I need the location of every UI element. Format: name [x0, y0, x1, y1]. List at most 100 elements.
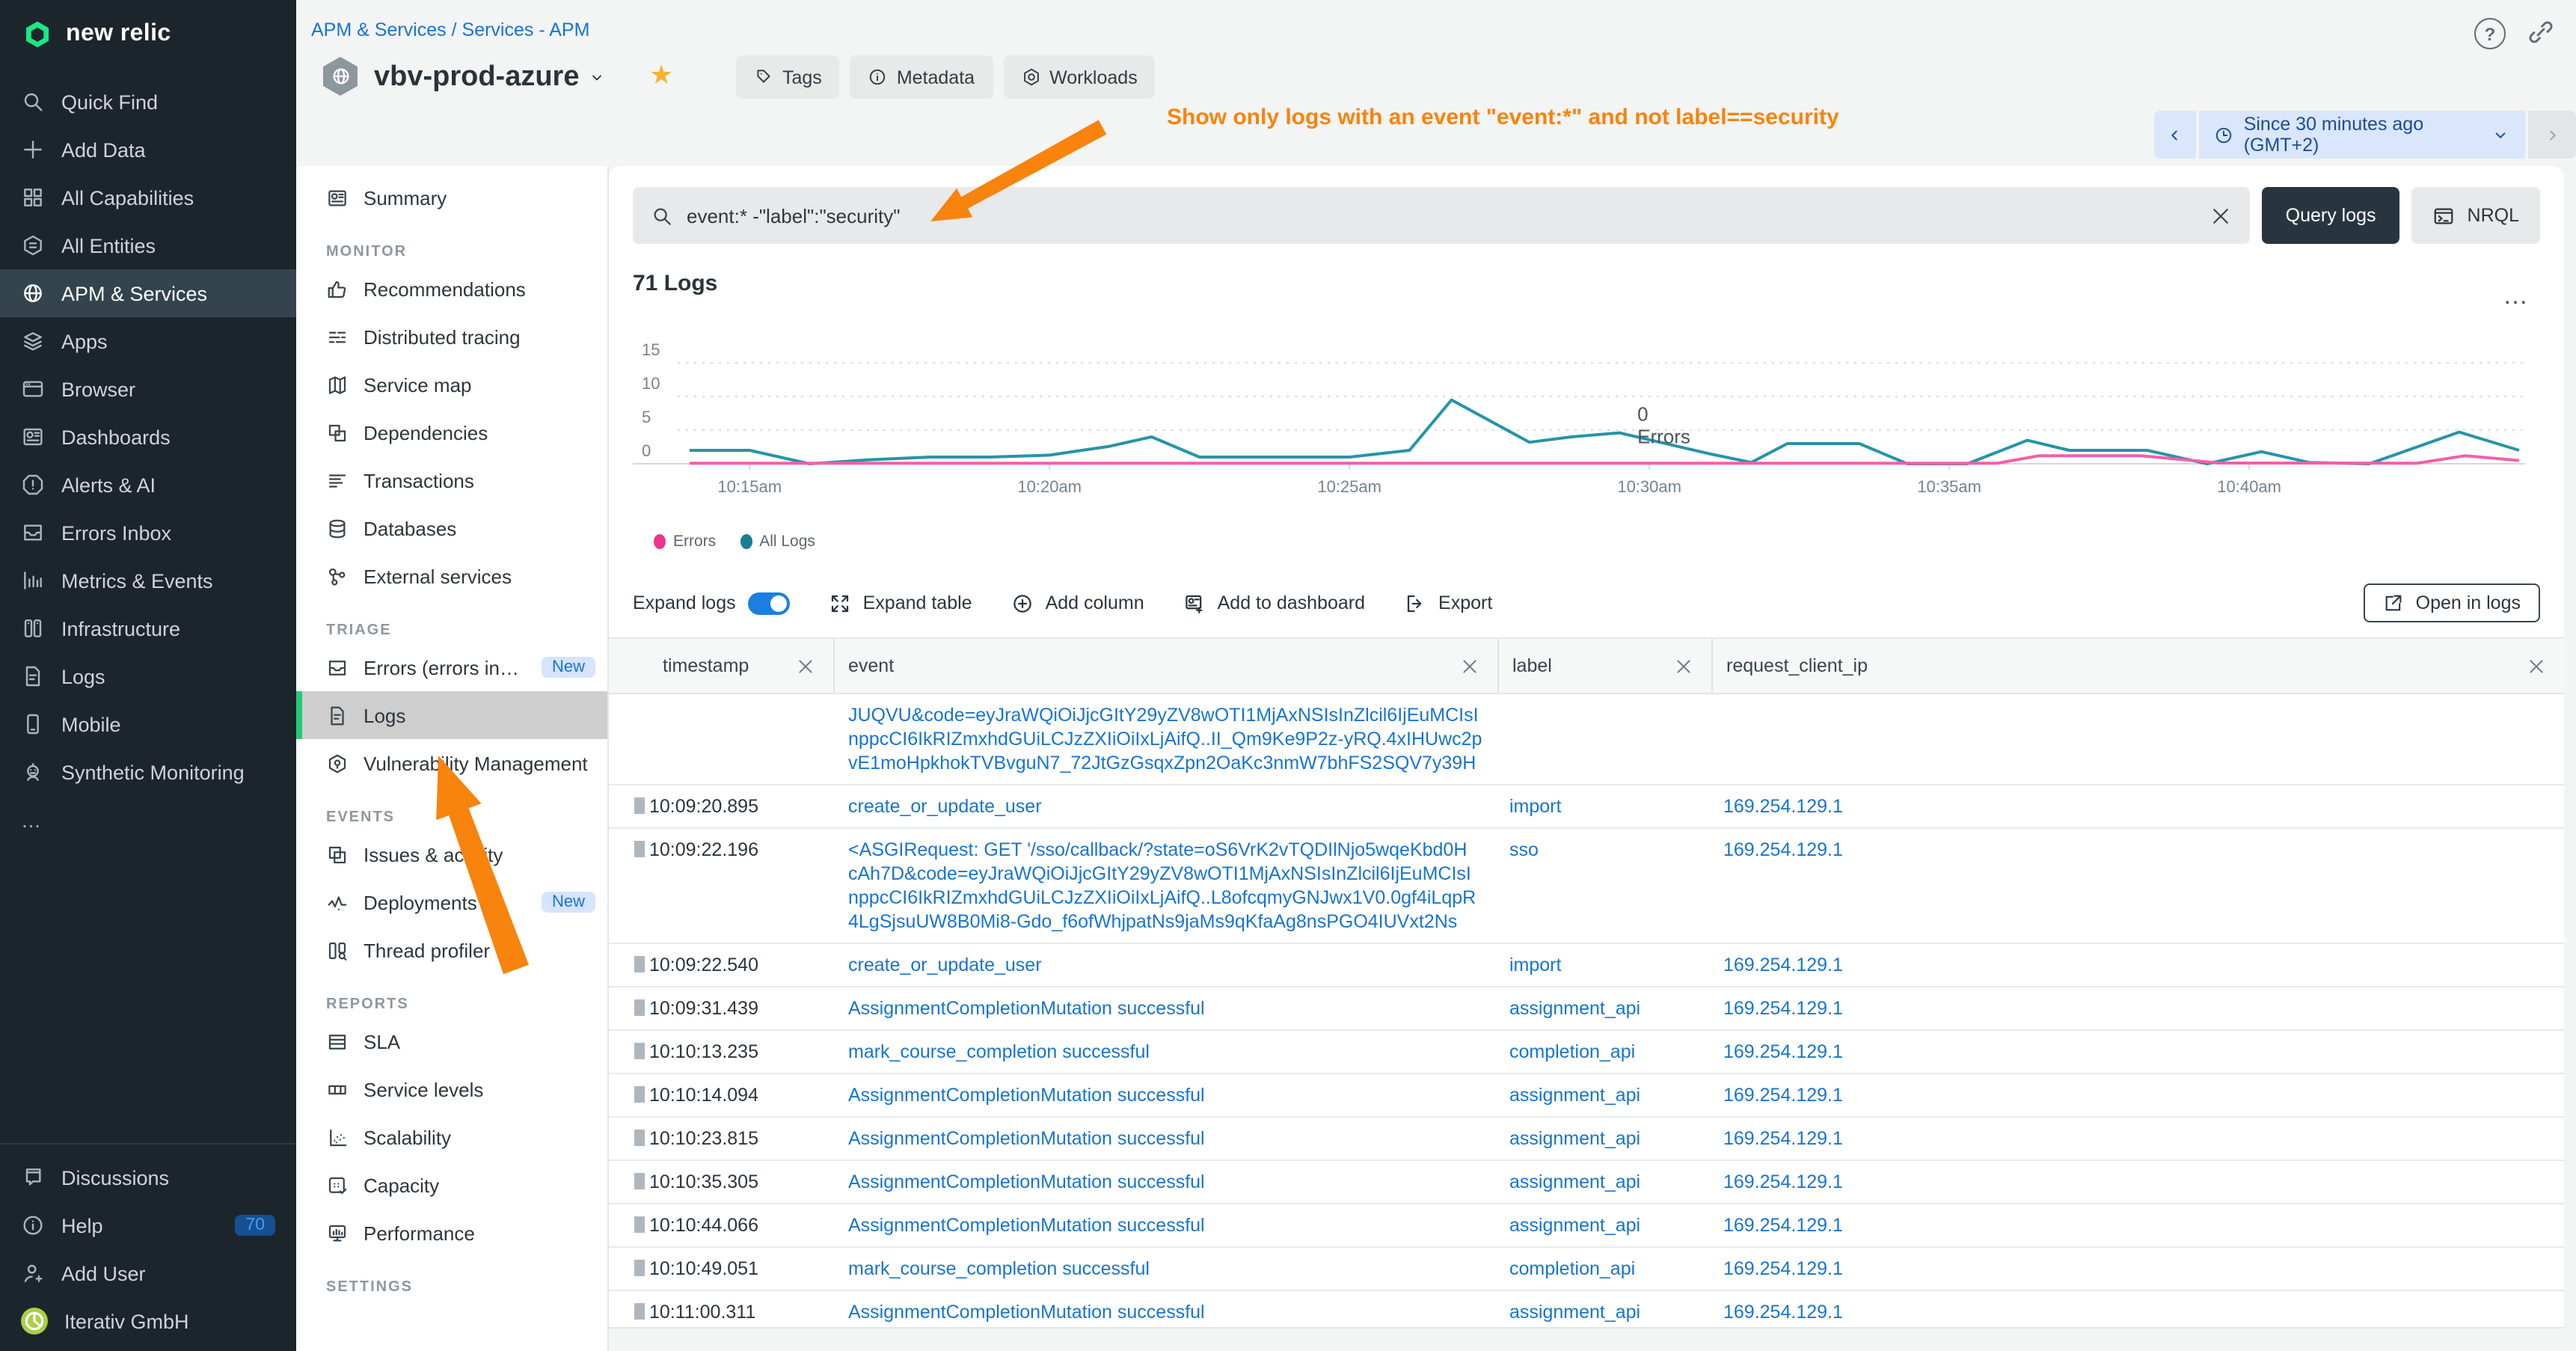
- horizontal-scrollbar-track[interactable]: [609, 1327, 2564, 1351]
- cell-request-client-ip[interactable]: 169.254.129.1: [1711, 1170, 2564, 1194]
- sidebar-item-help[interactable]: Help70: [0, 1201, 296, 1249]
- entity-title[interactable]: vbv-prod-azure: [374, 61, 607, 94]
- table-row[interactable]: 10:09:31.439AssignmentCompletionMutation…: [609, 987, 2564, 1031]
- sidebar-item-quick-find[interactable]: Quick Find: [0, 78, 296, 126]
- column-header-timestamp[interactable]: timestamp: [649, 639, 833, 693]
- subnav-item-performance[interactable]: Performance: [296, 1209, 607, 1257]
- subnav-item-thread-profiler[interactable]: Thread profiler: [296, 926, 607, 974]
- remove-column-icon[interactable]: [796, 656, 815, 676]
- sidebar-item-all-entities[interactable]: All Entities: [0, 221, 296, 269]
- cell-label[interactable]: assignment_api: [1497, 1170, 1711, 1194]
- table-row[interactable]: 10:09:20.895create_or_update_userimport1…: [609, 785, 2564, 829]
- cell-event[interactable]: create_or_update_user: [833, 794, 1497, 818]
- column-header-label[interactable]: label: [1497, 639, 1711, 693]
- export-button[interactable]: Export: [1404, 592, 1492, 614]
- sidebar-item-dashboards[interactable]: Dashboards: [0, 413, 296, 461]
- column-header-event[interactable]: event: [833, 639, 1497, 693]
- sidebar-item-alerts-ai[interactable]: Alerts & AI: [0, 461, 296, 509]
- sidebar-item-errors-inbox[interactable]: Errors Inbox: [0, 509, 296, 557]
- sidebar-item-apps[interactable]: Apps: [0, 317, 296, 365]
- permalink-icon[interactable]: [2527, 18, 2555, 46]
- row-marker[interactable]: [634, 1173, 645, 1189]
- table-row[interactable]: 10:10:23.815AssignmentCompletionMutation…: [609, 1118, 2564, 1161]
- time-forward-button[interactable]: [2529, 111, 2576, 159]
- clear-query-icon[interactable]: [2209, 204, 2232, 227]
- cell-label[interactable]: [1497, 703, 1711, 775]
- nrql-button[interactable]: NRQL: [2412, 187, 2540, 244]
- cell-label[interactable]: assignment_api: [1497, 996, 1711, 1020]
- breadcrumb-apm-services[interactable]: APM & Services: [311, 19, 447, 40]
- toggle-on-icon[interactable]: [748, 592, 790, 614]
- subnav-item-databases[interactable]: Databases: [296, 504, 607, 552]
- cell-event[interactable]: JUQVU&code=eyJraWQiOiJjcGItY29yZV8wOTI1M…: [833, 703, 1497, 775]
- cell-label[interactable]: completion_api: [1497, 1040, 1711, 1064]
- log-query-input[interactable]: event:* -"label":"security": [633, 187, 2250, 244]
- favorite-star-icon[interactable]: ★: [649, 60, 673, 91]
- query-text[interactable]: event:* -"label":"security": [687, 204, 2196, 227]
- subnav-item-deployments[interactable]: DeploymentsNew: [296, 878, 607, 926]
- sidebar-item-mobile[interactable]: Mobile: [0, 700, 296, 748]
- row-marker[interactable]: [634, 1216, 645, 1233]
- subnav-item-service-levels[interactable]: Service levels: [296, 1065, 607, 1113]
- subnav-item-capacity[interactable]: Capacity: [296, 1161, 607, 1209]
- cell-label[interactable]: assignment_api: [1497, 1300, 1711, 1324]
- cell-event[interactable]: AssignmentCompletionMutation successful: [833, 1300, 1497, 1324]
- row-marker[interactable]: [634, 1086, 645, 1103]
- row-marker[interactable]: [634, 956, 645, 972]
- cell-label[interactable]: import: [1497, 794, 1711, 818]
- subnav-item-service-map[interactable]: Service map: [296, 361, 607, 408]
- table-row[interactable]: 10:09:22.196<ASGIRequest: GET '/sso/call…: [609, 829, 2564, 944]
- sidebar-item-synthetic-monitoring[interactable]: Synthetic Monitoring: [0, 748, 296, 796]
- legend-errors[interactable]: Errors: [654, 533, 716, 551]
- logs-chart[interactable]: 05101510:15am10:20am10:25am10:30am10:35a…: [633, 319, 2540, 509]
- table-row[interactable]: JUQVU&code=eyJraWQiOiJjcGItY29yZV8wOTI1M…: [609, 694, 2564, 785]
- cell-request-client-ip[interactable]: 169.254.129.1: [1711, 1040, 2564, 1064]
- cell-request-client-ip[interactable]: 169.254.129.1: [1711, 1127, 2564, 1151]
- cell-request-client-ip[interactable]: 169.254.129.1: [1711, 838, 2564, 934]
- cell-event[interactable]: <ASGIRequest: GET '/sso/callback/?state=…: [833, 838, 1497, 934]
- subnav-item-vulnerability-management[interactable]: Vulnerability Management: [296, 739, 607, 787]
- time-range-button[interactable]: Since 30 minutes ago (GMT+2): [2199, 111, 2526, 159]
- table-row[interactable]: 10:09:22.540create_or_update_userimport1…: [609, 944, 2564, 987]
- remove-column-icon[interactable]: [2527, 656, 2546, 676]
- sidebar-item-logs[interactable]: Logs: [0, 652, 296, 700]
- sidebar-item-add-data[interactable]: Add Data: [0, 126, 296, 174]
- sidebar-item-browser[interactable]: Browser: [0, 365, 296, 413]
- sidebar-item-more[interactable]: …: [0, 796, 296, 844]
- row-marker[interactable]: [634, 1043, 645, 1059]
- cell-request-client-ip[interactable]: 169.254.129.1: [1711, 953, 2564, 977]
- subnav-item-issues-activity[interactable]: Issues & activity: [296, 830, 607, 878]
- cell-event[interactable]: mark_course_completion successful: [833, 1257, 1497, 1281]
- cell-event[interactable]: AssignmentCompletionMutation successful: [833, 1213, 1497, 1237]
- sidebar-item-apm-services[interactable]: APM & Services: [0, 269, 296, 317]
- sidebar-item-all-capabilities[interactable]: All Capabilities: [0, 174, 296, 221]
- cell-event[interactable]: AssignmentCompletionMutation successful: [833, 1127, 1497, 1151]
- subnav-item-distributed-tracing[interactable]: Distributed tracing: [296, 313, 607, 361]
- time-back-button[interactable]: [2154, 111, 2196, 159]
- cell-event[interactable]: AssignmentCompletionMutation successful: [833, 1083, 1497, 1107]
- add-to-dashboard-button[interactable]: Add to dashboard: [1183, 592, 1365, 614]
- subnav-item-scalability[interactable]: Scalability: [296, 1113, 607, 1161]
- sidebar-item-infrastructure[interactable]: Infrastructure: [0, 604, 296, 652]
- remove-column-icon[interactable]: [1674, 656, 1693, 676]
- expand-table-button[interactable]: Expand table: [829, 592, 972, 614]
- cell-label[interactable]: import: [1497, 953, 1711, 977]
- row-marker[interactable]: [634, 999, 645, 1016]
- workloads-button[interactable]: Workloads: [1003, 55, 1156, 99]
- row-marker[interactable]: [634, 841, 645, 857]
- sidebar-item-metrics-events[interactable]: Metrics & Events: [0, 557, 296, 604]
- metadata-button[interactable]: Metadata: [850, 55, 993, 99]
- logo[interactable]: new relic: [0, 0, 296, 66]
- cell-label[interactable]: assignment_api: [1497, 1083, 1711, 1107]
- query-logs-button[interactable]: Query logs: [2262, 187, 2400, 244]
- expand-logs-toggle[interactable]: Expand logs: [633, 592, 790, 614]
- cell-label[interactable]: sso: [1497, 838, 1711, 934]
- subnav-item-dependencies[interactable]: Dependencies: [296, 408, 607, 456]
- table-row[interactable]: 10:10:13.235mark_course_completion succe…: [609, 1031, 2564, 1074]
- column-header-request-client-ip[interactable]: request_client_ip: [1711, 639, 2564, 693]
- cell-request-client-ip[interactable]: [1711, 703, 2564, 775]
- breadcrumb-services-apm[interactable]: Services - APM: [462, 19, 590, 40]
- table-row[interactable]: 10:10:44.066AssignmentCompletionMutation…: [609, 1204, 2564, 1248]
- row-marker[interactable]: [634, 1260, 645, 1276]
- subnav-item-transactions[interactable]: Transactions: [296, 456, 607, 504]
